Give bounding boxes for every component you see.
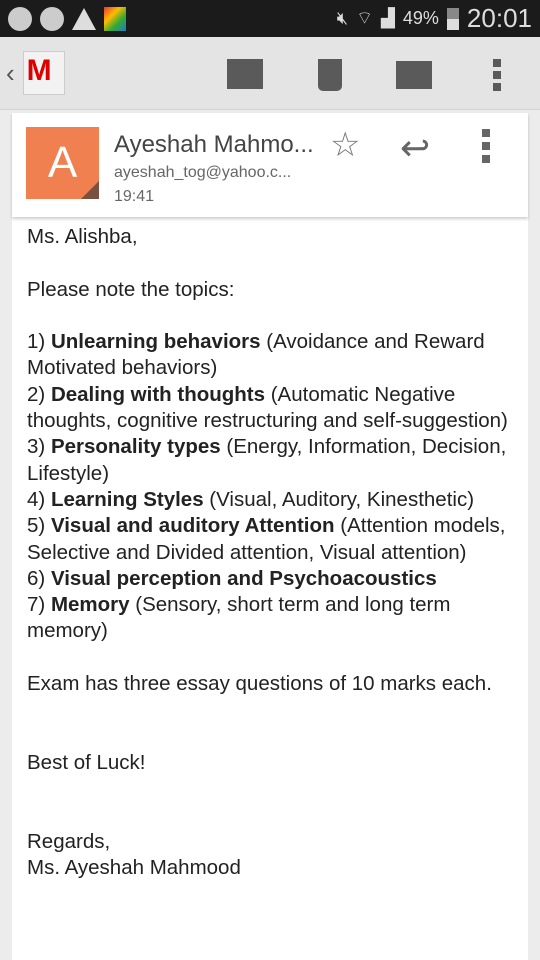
more-icon[interactable] [493, 59, 501, 91]
status-bar: 🔇︎ ⌔ ▟ 49% 20:01 [0, 0, 540, 37]
archive-icon[interactable] [227, 59, 263, 89]
sender-email: ayeshah_tog@yahoo.c... [114, 164, 292, 181]
greeting: Ms. Alishba, [27, 225, 138, 248]
email-body: Ms. Alishba, Please note the topics: 1) … [12, 217, 528, 960]
topic-bold: Learning Styles [50, 487, 204, 511]
battery-icon [446, 7, 459, 30]
star-icon[interactable]: ☆ [330, 125, 360, 165]
topic-item: 5) Visual and auditory Attention (Attent… [27, 513, 519, 566]
warning-icon [72, 7, 96, 30]
battery-percent: 49% [402, 8, 439, 28]
wish: Best of Luck! [27, 750, 146, 774]
signal-icon: ▟ [381, 8, 395, 28]
topic-list: 1) Unlearning behaviors (Avoidance and R… [27, 329, 528, 645]
topic-item: 6) Visual perception and Psychoacoustics [27, 566, 519, 592]
topic-item: 2) Dealing with thoughts (Automatic Nega… [27, 382, 519, 435]
delete-icon[interactable] [318, 59, 342, 91]
messenger-icon [8, 6, 32, 31]
message-more-icon[interactable] [482, 129, 490, 168]
received-time: 19:41 [114, 188, 155, 205]
mute-icon: 🔇︎ [336, 8, 349, 28]
topic-num: 2) [27, 382, 51, 406]
reply-icon[interactable]: ↩ [400, 127, 430, 169]
topic-bold: Visual and auditory Attention [50, 514, 335, 538]
messenger-icon [40, 6, 64, 31]
closing: Regards, [27, 829, 111, 853]
topic-num: 1) [27, 330, 51, 354]
topic-num: 6) [27, 566, 51, 590]
clock: 20:01 [466, 3, 532, 33]
topic-num: 5) [27, 514, 51, 538]
topic-rest: (Visual, Auditory, Kinesthetic) [203, 487, 475, 511]
exam-note: Exam has three essay questions of 10 mar… [27, 672, 492, 696]
topic-bold: Dealing with thoughts [50, 382, 266, 406]
topic-bold: Unlearning behaviors [50, 330, 261, 354]
intro: Please note the topics: [27, 277, 235, 301]
gmail-logo[interactable] [22, 51, 65, 95]
topic-bold: Memory [50, 593, 130, 617]
topic-item: 7) Memory (Sensory, short term and long … [27, 592, 519, 645]
sender-header: A Ayeshah Mahmo... ayeshah_tog@yahoo.c..… [12, 113, 528, 217]
topic-item: 4) Learning Styles (Visual, Auditory, Ki… [27, 487, 519, 513]
sender-name: Ayeshah Mahmo... [114, 131, 314, 158]
topic-item: 3) Personality types (Energy, Informatio… [27, 434, 519, 487]
back-icon[interactable]: ‹ [6, 58, 15, 89]
topic-num: 4) [27, 487, 51, 511]
signature: Ms. Ayeshah Mahmood [27, 856, 241, 880]
topic-bold: Visual perception and Psychoacoustics [50, 566, 437, 590]
topic-num: 3) [27, 435, 51, 459]
topic-bold: Personality types [50, 435, 221, 459]
topic-num: 7) [27, 593, 51, 617]
mark-unread-icon[interactable] [396, 61, 432, 89]
wifi-icon: ⌔ [356, 8, 374, 28]
avatar[interactable]: A [26, 127, 99, 199]
topic-item: 1) Unlearning behaviors (Avoidance and R… [27, 329, 519, 382]
avg-icon [104, 6, 126, 31]
app-bar: ‹ [0, 37, 540, 110]
